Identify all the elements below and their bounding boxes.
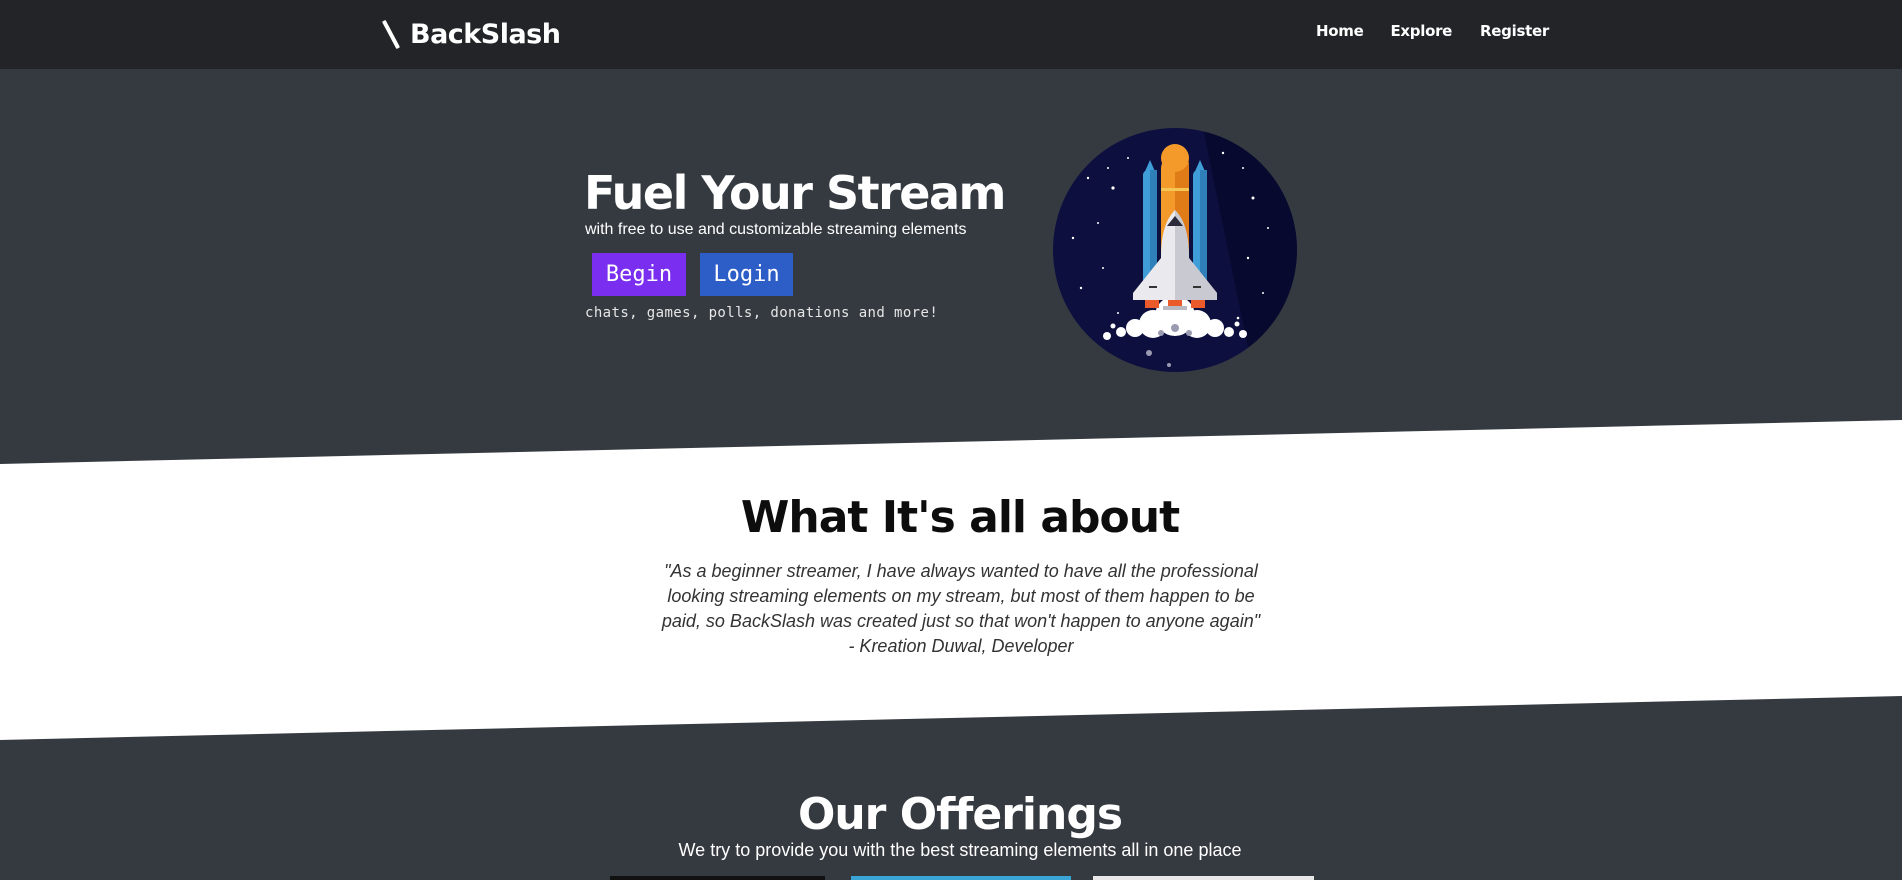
offering-card[interactable]	[610, 876, 825, 880]
offerings-title: Our Offerings	[797, 789, 1123, 840]
offerings-subtitle: We try to provide you with the best stre…	[678, 840, 1242, 860]
backslash-icon	[380, 18, 402, 50]
brand-name: BackSlash	[410, 18, 561, 50]
brand-logo[interactable]: BackSlash	[380, 14, 561, 54]
navbar: BackSlash Home Explore Register	[0, 0, 1902, 69]
about-title: What It's all about	[740, 492, 1180, 543]
nav-register-link[interactable]: Register	[1480, 22, 1549, 40]
hero-subtitle: with free to use and customizable stream…	[585, 221, 967, 238]
hero-title: Fuel Your Stream	[584, 166, 1006, 220]
offering-card[interactable]	[1093, 876, 1314, 880]
nav-home-link[interactable]: Home	[1316, 22, 1364, 40]
rocket-launch-illustration	[1053, 128, 1297, 372]
offering-card[interactable]	[851, 876, 1071, 880]
begin-button[interactable]: Begin	[592, 253, 686, 296]
about-quote: "As a beginner streamer, I have always w…	[661, 561, 1261, 656]
login-button[interactable]: Login	[700, 253, 793, 296]
about-section-background	[0, 420, 1902, 740]
hero-tagline: chats, games, polls, donations and more!	[585, 305, 939, 321]
nav-links: Home Explore Register	[1316, 22, 1549, 40]
nav-explore-link[interactable]: Explore	[1390, 22, 1452, 40]
